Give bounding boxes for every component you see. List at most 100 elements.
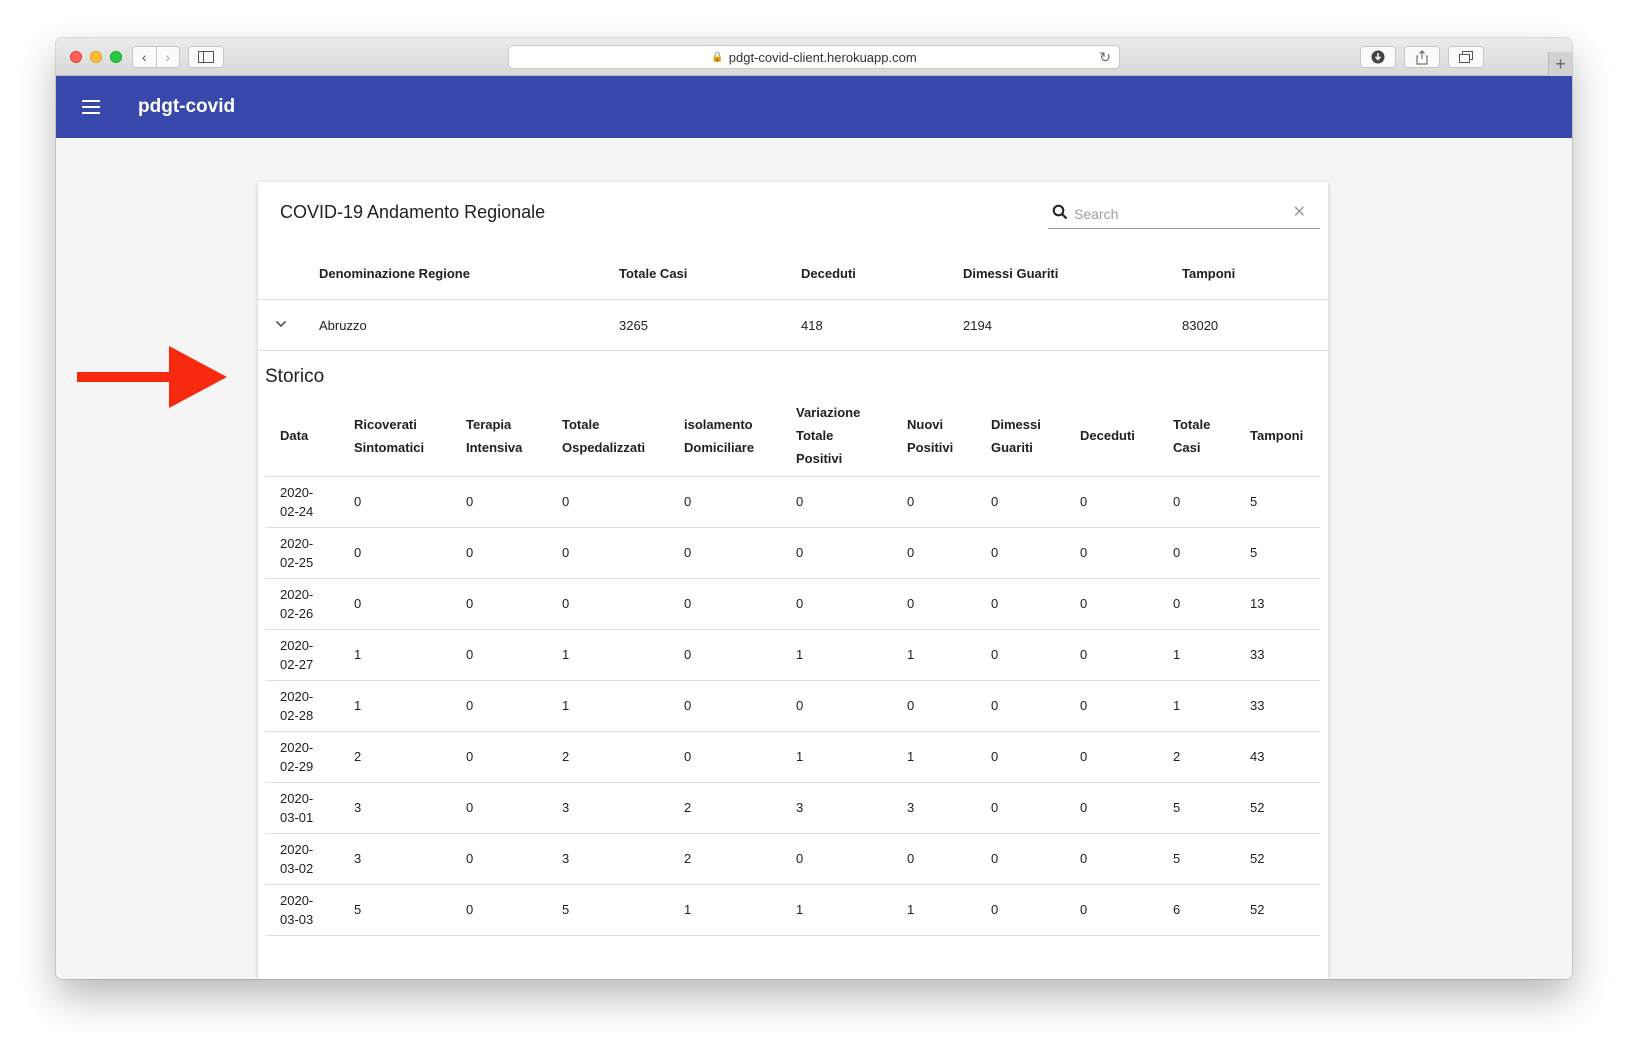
storico-column-header[interactable]: Totale Ospedalizzati [547,396,669,477]
storico-cell: 0 [976,833,1065,885]
storico-cell: 0 [669,476,781,528]
region-deceduti: 418 [801,318,823,333]
column-header[interactable]: Dimessi Guariti [963,266,1058,281]
storico-cell: 1 [781,884,892,936]
storico-cell: 3 [339,782,451,834]
storico-date-cell: 2020- 03-03 [265,884,339,936]
zoom-window-button[interactable] [110,51,122,63]
storico-cell: 0 [781,527,892,579]
storico-cell: 0 [451,833,547,885]
storico-cell: 0 [339,527,451,579]
minimize-window-button[interactable] [90,51,102,63]
storico-cell: 5 [1158,782,1235,834]
storico-column-header-line: Terapia [466,416,512,432]
downloads-button[interactable] [1360,46,1396,68]
address-bar[interactable]: 🔒 pdgt-covid-client.herokuapp.com ↻ [508,45,1120,69]
storico-row: 2020- 02-25 0 0 0 0 0 0 0 0 0 5 [265,527,1320,579]
column-header[interactable]: Deceduti [801,266,856,281]
search-input[interactable] [1074,203,1274,225]
storico-cell: 0 [976,782,1065,834]
storico-cell: 0 [669,527,781,579]
storico-cell: 6 [1158,884,1235,936]
storico-cell: 52 [1235,884,1320,936]
storico-cell: 0 [892,527,976,579]
storico-cell: 0 [781,578,892,630]
storico-row: 2020- 03-01 3 0 3 2 3 3 0 0 5 52 [265,782,1320,834]
column-header[interactable]: Denominazione Regione [319,266,470,281]
storico-row: 2020- 02-29 2 0 2 0 1 1 0 0 2 43 [265,731,1320,783]
storico-date-cell: 2020- 02-29 [265,731,339,783]
storico-column-header-line: Guariti [991,439,1033,455]
storico-cell: 2 [339,731,451,783]
storico-cell: 5 [547,884,669,936]
storico-column-header[interactable]: isolamento Domiciliare [669,396,781,477]
storico-date-cell: 2020- 02-24 [265,476,339,528]
clear-search-icon[interactable]: ✕ [1293,202,1306,222]
storico-column-header-line: Positivi [796,451,843,467]
storico-column-header[interactable]: Data [265,396,339,477]
storico-column-header[interactable]: Deceduti [1065,396,1158,477]
storico-cell: 13 [1235,578,1320,630]
forward-icon[interactable]: › [157,50,180,64]
storico-cell: 1 [781,731,892,783]
storico-column-header-line: Ricoverati [354,416,417,432]
storico-cell: 0 [1065,884,1158,936]
storico-cell: 2 [669,833,781,885]
tabs-overview-button[interactable] [1448,46,1484,68]
tabs-icon [1459,51,1473,63]
storico-cell: 0 [547,476,669,528]
storico-cell: 0 [781,680,892,732]
storico-column-header-line: Sintomatici [354,439,425,455]
app-title: pdgt-covid [138,96,236,117]
storico-column-header-line: Domiciliare [684,439,755,455]
storico-column-header[interactable]: Variazione Totale Positivi [781,396,892,477]
storico-cell: 0 [781,833,892,885]
storico-cell: 0 [892,680,976,732]
storico-cell: 2 [547,731,669,783]
storico-column-header[interactable]: Totale Casi [1158,396,1235,477]
storico-cell: 0 [451,680,547,732]
region-row[interactable]: Abruzzo 3265 418 2194 83020 [258,300,1328,351]
storico-column-header[interactable]: Dimessi Guariti [976,396,1065,477]
share-button[interactable] [1404,46,1440,68]
storico-cell: 0 [451,731,547,783]
regional-card: COVID-19 Andamento Regionale ✕ Denominaz… [258,182,1328,979]
storico-column-header[interactable]: Tamponi [1235,396,1320,477]
new-tab-button[interactable]: + [1548,52,1572,76]
back-icon[interactable]: ‹ [133,50,156,64]
storico-column-header[interactable]: Terapia Intensiva [451,396,547,477]
storico-column-header-line: Ospedalizzati [562,439,646,455]
storico-cell: 1 [1158,680,1235,732]
storico-cell: 0 [669,731,781,783]
lock-icon: 🔒 [711,51,724,63]
storico-cell: 0 [669,680,781,732]
hamburger-menu-icon[interactable] [82,100,100,114]
storico-cell: 5 [1235,527,1320,579]
storico-table: Data Ricoverati Sintomatici Terapia Intensiv… [265,396,1320,936]
chevron-down-icon[interactable] [275,318,287,330]
storico-column-header-line: Data [280,428,309,444]
storico-column-header[interactable]: Ricoverati Sintomatici [339,396,451,477]
card-title: COVID-19 Andamento Regionale [280,202,546,222]
storico-cell: 0 [451,884,547,936]
storico-row: 2020- 02-27 1 0 1 0 1 1 0 0 1 33 [265,629,1320,681]
storico-cell: 0 [451,476,547,528]
storico-cell: 0 [976,680,1065,732]
reload-icon[interactable]: ↻ [1099,49,1111,66]
storico-row: 2020- 03-02 3 0 3 2 0 0 0 0 5 52 [265,833,1320,885]
storico-cell: 0 [976,527,1065,579]
storico-column-header-line: Dimessi [991,416,1041,432]
storico-cell: 0 [1158,476,1235,528]
close-window-button[interactable] [70,51,82,63]
storico-cell: 0 [781,476,892,528]
storico-cell: 0 [451,782,547,834]
download-icon [1371,50,1385,64]
storico-cell: 0 [1065,782,1158,834]
sidebar-toggle-button[interactable] [188,46,224,68]
storico-column-header[interactable]: Nuovi Positivi [892,396,976,477]
region-tamponi: 83020 [1182,318,1219,333]
column-header[interactable]: Totale Casi [619,266,687,281]
storico-cell: 52 [1235,833,1320,885]
column-header[interactable]: Tamponi [1182,266,1235,281]
storico-cell: 3 [892,782,976,834]
